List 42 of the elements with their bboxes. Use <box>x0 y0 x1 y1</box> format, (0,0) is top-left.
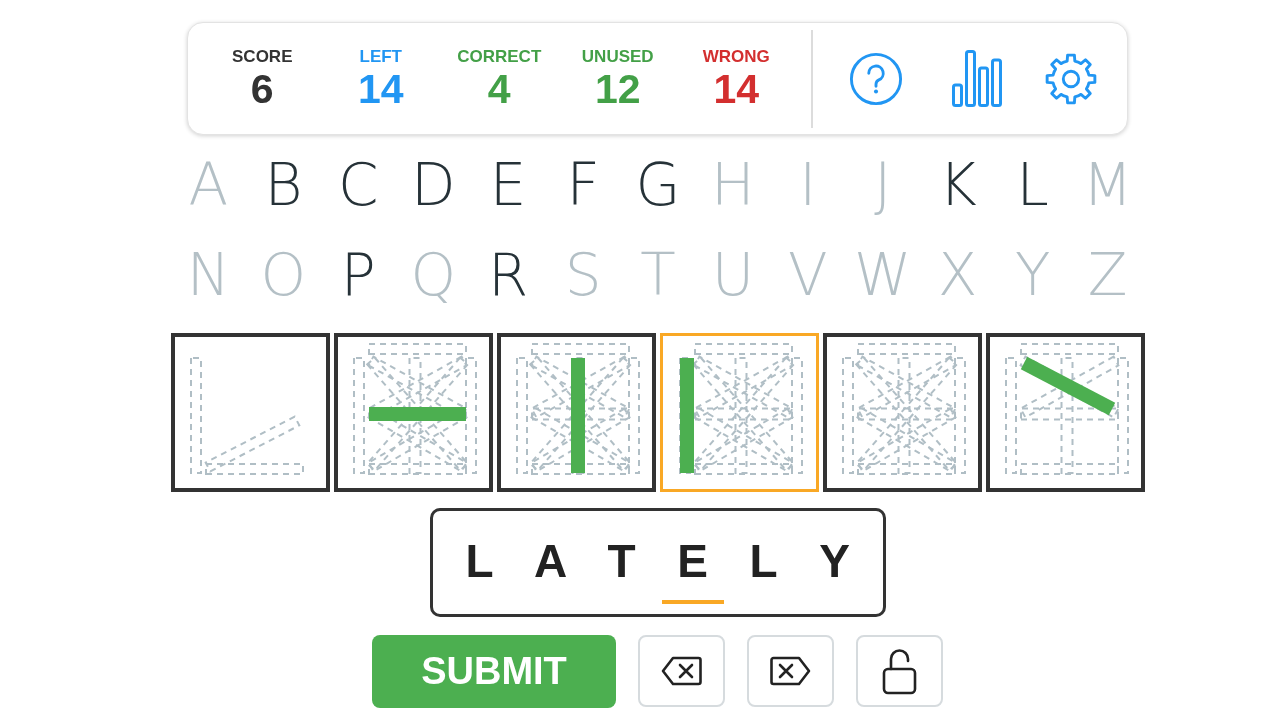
letter-key[interactable]: B <box>264 140 303 230</box>
segment-tile[interactable] <box>660 333 819 492</box>
stat-label: SCORE <box>232 46 293 67</box>
bar-chart-icon[interactable] <box>952 50 1002 107</box>
segment-tile[interactable] <box>497 333 656 492</box>
stat-value: 4 <box>487 66 511 111</box>
segment-tile[interactable] <box>986 333 1145 492</box>
stat-label: LEFT <box>359 46 402 67</box>
forward-delete-button[interactable] <box>747 635 834 707</box>
settings-icon[interactable] <box>1044 51 1098 106</box>
letter-key[interactable]: E <box>489 140 527 230</box>
stat-value: 14 <box>357 66 404 111</box>
letter-key[interactable]: F <box>566 140 600 230</box>
letter-key[interactable]: P <box>340 230 376 320</box>
stat-value: 14 <box>713 66 760 111</box>
stat-label: WRONG <box>702 46 770 67</box>
segment-tile[interactable] <box>171 333 330 492</box>
help-icon[interactable] <box>849 51 903 106</box>
word-letter: E <box>677 535 708 587</box>
word-letter: L <box>749 535 778 587</box>
submit-button[interactable]: SUBMIT <box>372 635 616 708</box>
word-letter: L <box>465 535 494 587</box>
letter-key[interactable]: C <box>338 140 379 230</box>
unlocked-padlock-icon <box>882 647 917 695</box>
letter-key[interactable]: L <box>1016 140 1049 230</box>
stat-label: CORRECT <box>457 46 542 67</box>
letter-key[interactable]: G <box>635 140 681 230</box>
segment-tile[interactable] <box>334 333 493 492</box>
word-letter: A <box>533 535 568 587</box>
forward-delete-icon <box>770 656 811 686</box>
stat-value: 6 <box>250 66 274 111</box>
stat-value: 12 <box>594 66 641 111</box>
lock-button[interactable] <box>856 635 943 707</box>
segment-tile[interactable] <box>823 333 982 492</box>
backspace-icon <box>661 656 702 686</box>
letter-key[interactable]: K <box>938 140 977 230</box>
word-letter: Y <box>819 535 850 587</box>
letter-key[interactable]: D <box>410 140 456 230</box>
word-letter: T <box>607 535 636 587</box>
letter-key[interactable]: R <box>488 230 529 320</box>
stat-label: UNUSED <box>581 46 654 67</box>
backspace-button[interactable] <box>638 635 725 707</box>
